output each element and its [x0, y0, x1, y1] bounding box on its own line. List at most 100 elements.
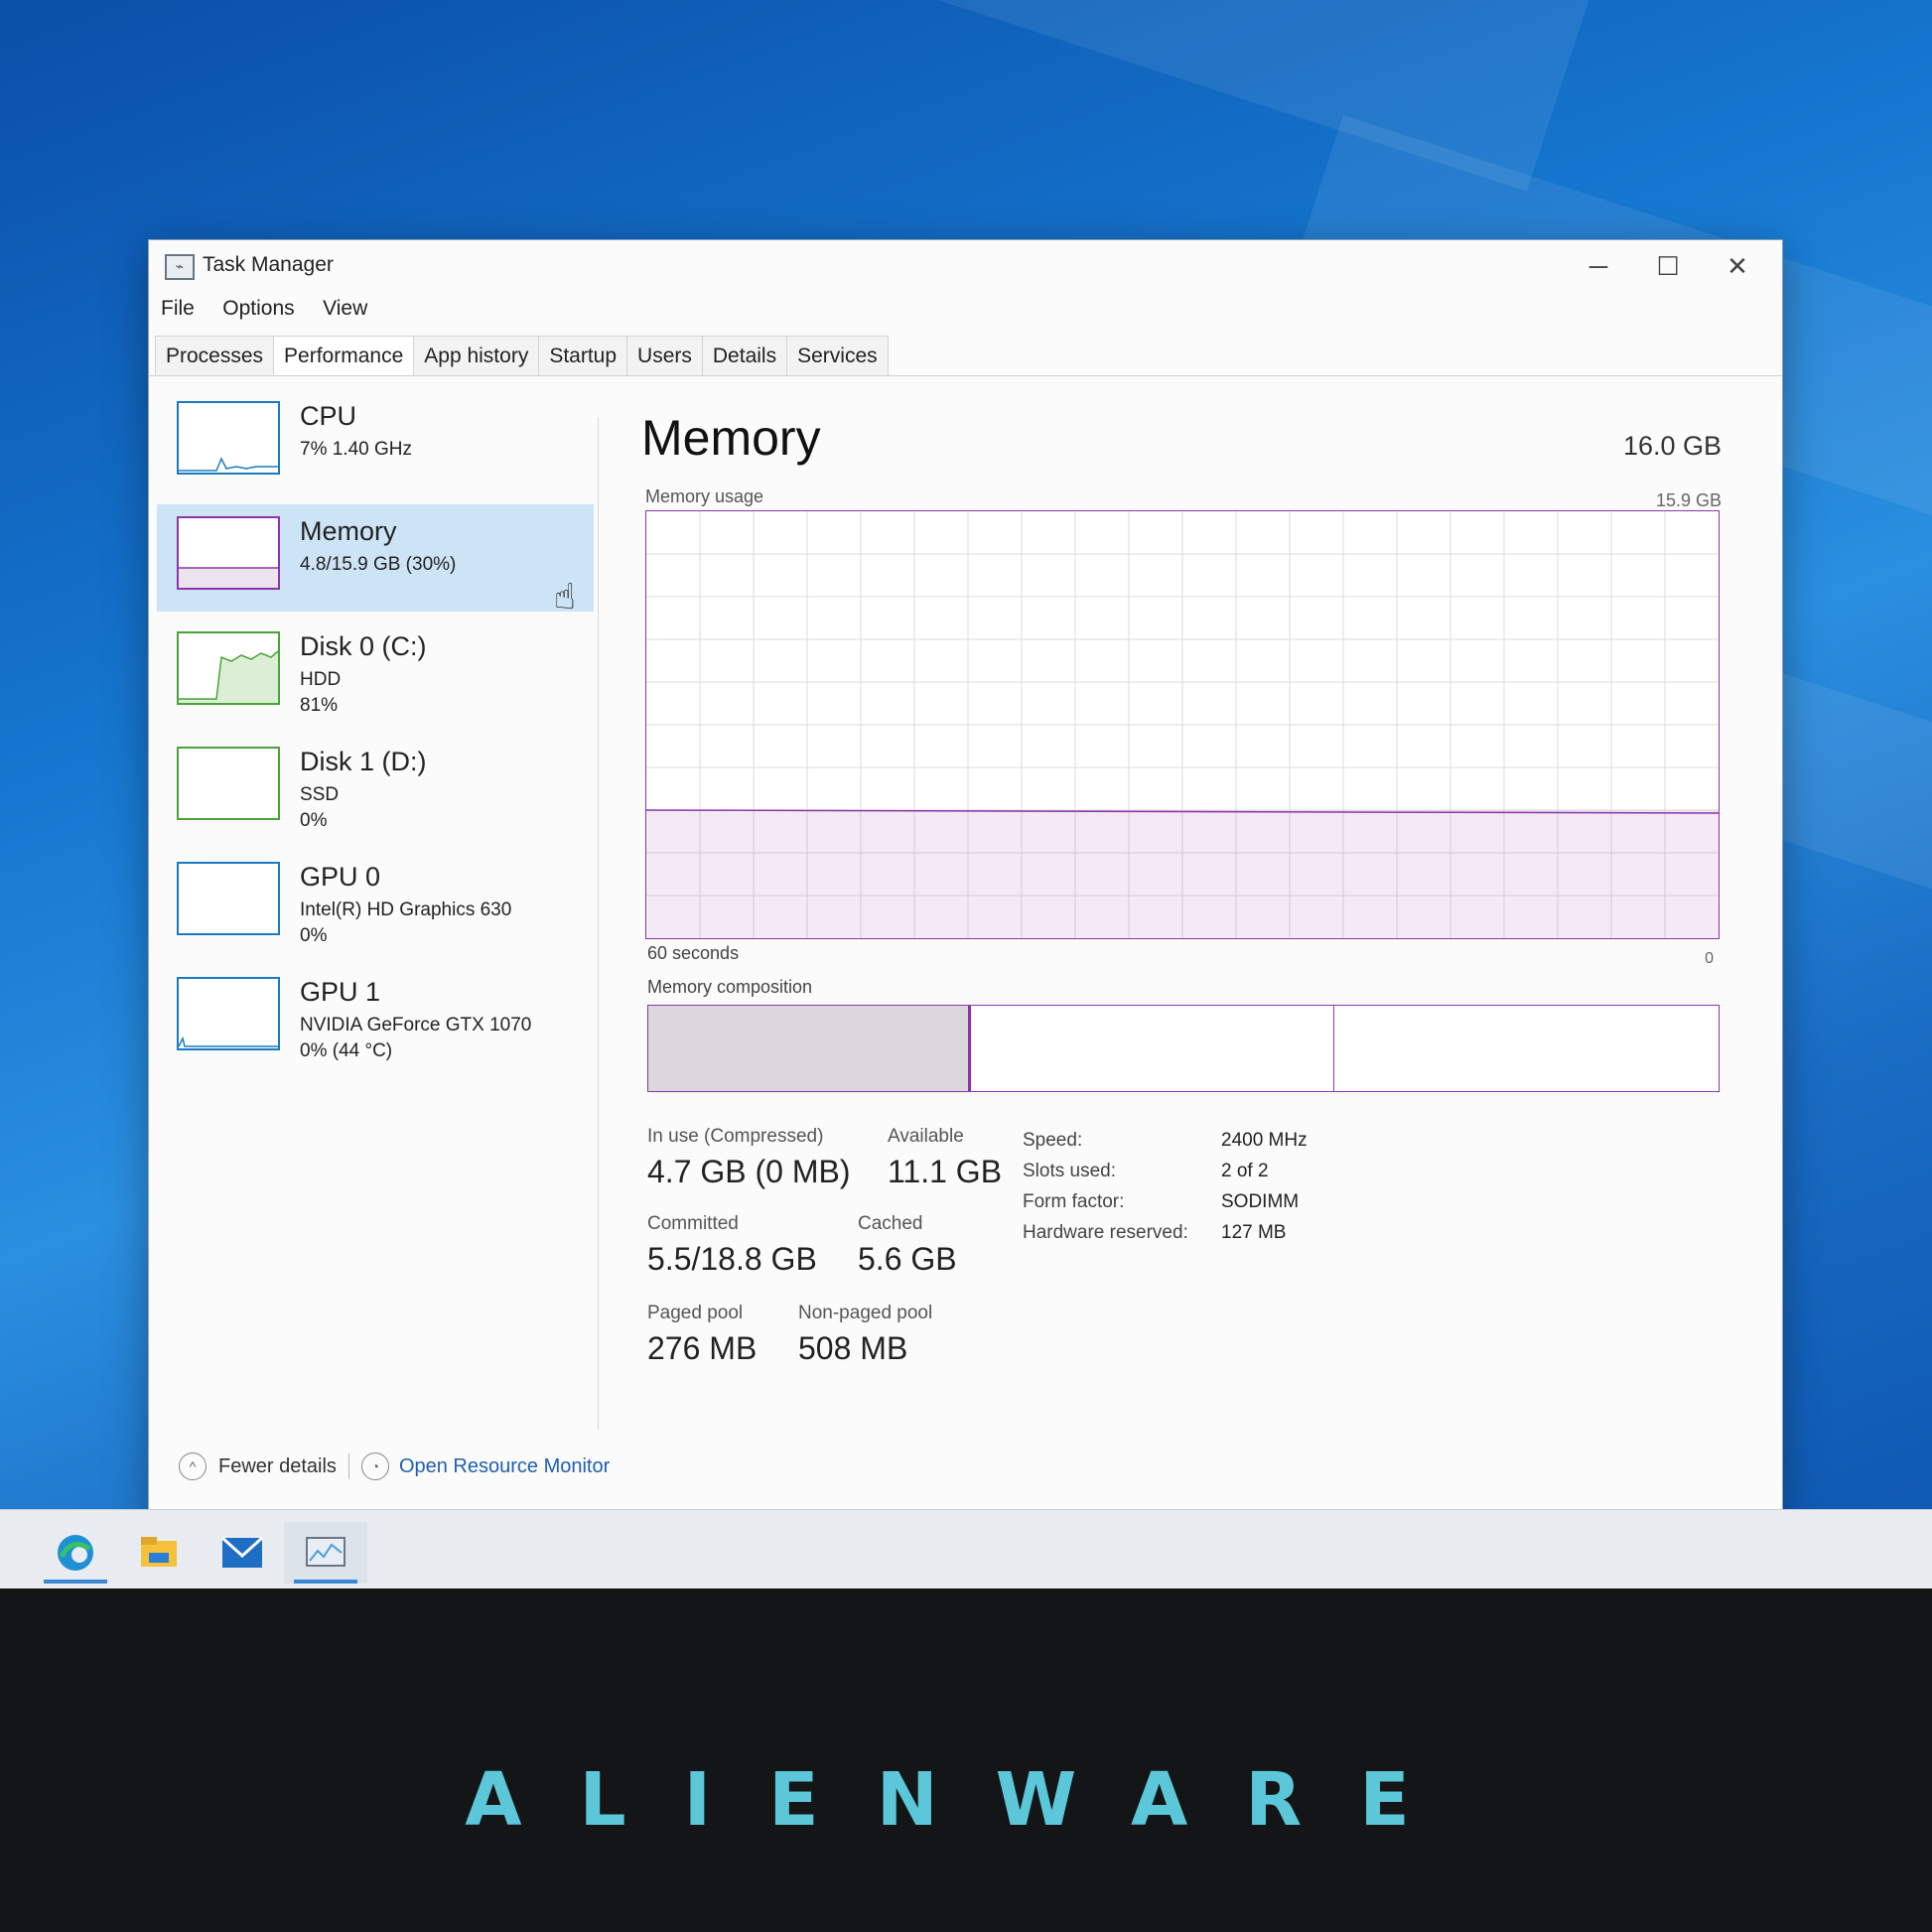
memory-usage-graph	[645, 510, 1720, 939]
cpu-thumbnail	[177, 401, 280, 475]
sidebar-item-detail: SSD 0%	[300, 782, 339, 834]
spec-key: Speed:	[1023, 1130, 1083, 1151]
spec-slots: Slots used: 2 of 2	[1023, 1161, 1420, 1191]
sidebar-item-memory[interactable]: Memory 4.8/15.9 GB (30%)	[157, 504, 594, 612]
fewer-details-button[interactable]: Fewer details	[218, 1455, 337, 1478]
stat-label: Non-paged pool	[798, 1303, 933, 1323]
gpu-1-thumbnail	[177, 977, 280, 1050]
page-title: Memory	[641, 410, 821, 466]
stat-in-use: In use (Compressed) 4.7 GB (0 MB)	[647, 1126, 851, 1190]
performance-sidebar: CPU 7% 1.40 GHz Memory 4.8/15.9 GB (30%)…	[157, 389, 594, 1080]
menu-view[interactable]: View	[311, 292, 379, 326]
disk-type: SSD	[300, 784, 340, 805]
gpu-usage: 0% (44 °C)	[300, 1040, 393, 1061]
stat-value: 508 MB	[798, 1330, 908, 1366]
sidebar-item-disk-1[interactable]: Disk 1 (D:) SSD 0%	[157, 735, 594, 842]
alienware-logo: ALIENWARE	[465, 1757, 1467, 1843]
sidebar-item-cpu[interactable]: CPU 7% 1.40 GHz	[157, 389, 594, 496]
sidebar-item-gpu-0[interactable]: GPU 0 Intel(R) HD Graphics 630 0%	[157, 850, 594, 957]
stat-available: Available 11.1 GB	[888, 1126, 1002, 1190]
sidebar-item-detail: NVIDIA GeForce GTX 1070 0% (44 °C)	[300, 1013, 531, 1064]
memory-composition-bar	[647, 1005, 1720, 1092]
menu-bar: File Options View	[149, 292, 379, 326]
spec-value: SODIMM	[1221, 1191, 1300, 1212]
sidebar-item-name: GPU 0	[300, 862, 381, 892]
stat-cached: Cached 5.6 GB	[858, 1213, 957, 1278]
spec-key: Form factor:	[1023, 1191, 1125, 1212]
stat-label: Cached	[858, 1213, 923, 1234]
menu-file[interactable]: File	[149, 292, 207, 326]
tab-processes[interactable]: Processes	[155, 336, 275, 375]
minimize-button[interactable]: ─	[1564, 244, 1633, 288]
task-manager-app-icon: ⌁	[165, 254, 195, 280]
sidebar-item-detail: Intel(R) HD Graphics 630 0%	[300, 897, 511, 949]
footer: ^ Fewer details ◔ Open Resource Monitor	[179, 1447, 610, 1486]
task-manager-icon[interactable]	[284, 1522, 367, 1584]
tab-startup[interactable]: Startup	[538, 336, 628, 375]
stat-label: Paged pool	[647, 1303, 744, 1323]
maximize-button[interactable]: ☐	[1633, 244, 1703, 288]
memory-total: 16.0 GB	[1622, 431, 1722, 461]
composition-free	[1334, 1006, 1719, 1091]
spec-form-factor: Form factor: SODIMM	[1023, 1191, 1420, 1222]
memory-usage-max: 15.9 GB	[1655, 490, 1722, 510]
sidebar-item-disk-0[interactable]: Disk 0 (C:) HDD 81%	[157, 620, 594, 727]
mail-icon[interactable]	[201, 1522, 284, 1584]
disk-type: HDD	[300, 669, 342, 690]
spec-value: 127 MB	[1221, 1222, 1287, 1243]
spec-value: 2400 MHz	[1221, 1130, 1308, 1151]
gpu-0-thumbnail	[177, 862, 280, 935]
spec-value: 2 of 2	[1221, 1161, 1269, 1181]
stat-value: 276 MB	[647, 1330, 758, 1366]
gpu-usage: 0%	[300, 925, 328, 946]
stat-non-paged-pool: Non-paged pool 508 MB	[798, 1303, 932, 1367]
sidebar-item-name: Disk 0 (C:)	[300, 631, 427, 661]
window-title: Task Manager	[203, 253, 334, 276]
tab-performance[interactable]: Performance	[273, 336, 415, 375]
stat-value: 4.7 GB (0 MB)	[647, 1154, 851, 1189]
disk-0-thumbnail	[177, 631, 280, 705]
tab-app-history[interactable]: App history	[413, 336, 540, 375]
hand-pointer-icon: ☝	[554, 576, 576, 617]
tab-services[interactable]: Services	[786, 336, 889, 375]
menu-options[interactable]: Options	[210, 292, 306, 326]
memory-usage-area	[646, 810, 1719, 938]
footer-separator	[347, 1453, 349, 1479]
memory-composition-label: Memory composition	[647, 977, 813, 997]
stat-committed: Committed 5.5/18.8 GB	[647, 1213, 817, 1278]
title-bar[interactable]: ⌁ Task Manager ─ ☐ ✕	[149, 240, 1782, 288]
open-resource-monitor-link[interactable]: Open Resource Monitor	[399, 1455, 610, 1478]
disk-usage: 0%	[300, 810, 328, 831]
tab-strip: Processes Performance App history Startu…	[155, 336, 889, 375]
sidebar-item-detail: 4.8/15.9 GB (30%)	[300, 554, 457, 575]
stat-value: 5.5/18.8 GB	[647, 1241, 817, 1277]
sidebar-item-gpu-1[interactable]: GPU 1 NVIDIA GeForce GTX 1070 0% (44 °C)	[157, 965, 594, 1072]
tab-details[interactable]: Details	[701, 336, 788, 375]
stat-paged-pool: Paged pool 276 MB	[647, 1303, 757, 1367]
stat-label: In use (Compressed)	[647, 1126, 824, 1147]
memory-thumbnail	[177, 516, 280, 590]
file-explorer-icon[interactable]	[117, 1522, 201, 1584]
stat-value: 11.1 GB	[888, 1154, 1003, 1189]
chevron-up-icon[interactable]: ^	[179, 1452, 207, 1480]
graph-zero-label: 0	[1705, 950, 1714, 967]
sidebar-item-name: GPU 1	[300, 977, 381, 1007]
disk-usage: 81%	[300, 695, 339, 716]
gpu-model: Intel(R) HD Graphics 630	[300, 899, 512, 920]
close-button[interactable]: ✕	[1703, 244, 1772, 288]
memory-usage-label: Memory usage	[645, 486, 764, 506]
sidebar-item-name: CPU	[300, 401, 357, 431]
spec-hardware-reserved: Hardware reserved: 127 MB	[1023, 1222, 1420, 1253]
taskbar	[0, 1509, 1932, 1589]
memory-specs: Speed: 2400 MHz Slots used: 2 of 2 Form …	[1023, 1130, 1420, 1253]
sidebar-item-detail: HDD 81%	[300, 667, 341, 719]
pane-divider	[598, 417, 599, 1430]
tab-users[interactable]: Users	[626, 336, 703, 375]
sidebar-item-name: Memory	[300, 516, 397, 546]
graph-time-label: 60 seconds	[647, 943, 740, 963]
resource-monitor-icon: ◔	[360, 1452, 389, 1480]
edge-icon[interactable]	[34, 1522, 117, 1584]
sidebar-item-name: Disk 1 (D:)	[300, 747, 427, 776]
sidebar-item-detail: 7% 1.40 GHz	[300, 439, 412, 460]
stat-label: Available	[888, 1126, 964, 1147]
